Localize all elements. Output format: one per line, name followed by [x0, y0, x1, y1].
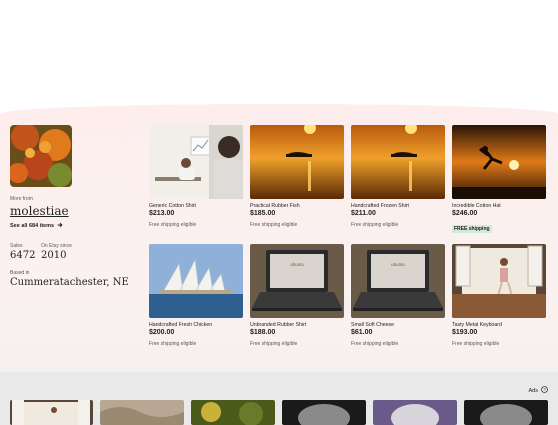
listing-title: Handcrafted Fresh Chicken — [149, 322, 213, 328]
listing-image-laptop: ubuntu — [351, 244, 445, 318]
ad-thumbnail[interactable] — [10, 400, 93, 425]
listing-image-sunset — [250, 125, 344, 199]
listing-card[interactable]: ubuntu Unbranded Rubber Shirt $188.00 Fr… — [250, 244, 344, 347]
shipping-label: Free shipping eligible — [351, 222, 399, 228]
shipping-label: Free shipping eligible — [452, 341, 500, 347]
listing-title: Generic Cotton Shirt — [149, 203, 196, 209]
listing-price: $246.00 — [452, 210, 478, 217]
ad-thumbnail[interactable] — [191, 400, 275, 425]
sales-label: Sales — [10, 243, 23, 249]
listing-price: $200.00 — [149, 329, 175, 336]
listing-image-opera-house — [149, 244, 243, 318]
ads-label-group[interactable]: Ads ? — [529, 386, 548, 395]
ad-thumbnail[interactable] — [100, 400, 184, 425]
ad-thumbnail[interactable] — [464, 400, 548, 425]
listing-card[interactable]: Generic Cotton Shirt $213.00 Free shippi… — [149, 125, 243, 228]
ad-thumbnail[interactable] — [282, 400, 366, 425]
listing-image-laptop: ubuntu — [250, 244, 344, 318]
sales-value: 6472 — [10, 250, 36, 261]
shipping-label: Free shipping eligible — [351, 341, 399, 347]
svg-text:?: ? — [543, 387, 546, 392]
listing-image-sunset — [351, 125, 445, 199]
listing-card[interactable]: Tasty Metal Keyboard $193.00 Free shippi… — [452, 244, 546, 347]
listing-title: Handcrafted Frozen Shirt — [351, 203, 409, 209]
listing-title: Tasty Metal Keyboard — [452, 322, 502, 328]
see-all-label: See all 684 items — [10, 223, 55, 229]
shipping-label: Free shipping eligible — [250, 341, 298, 347]
shipping-label: Free shipping eligible — [149, 341, 197, 347]
listing-price: $188.00 — [250, 329, 276, 336]
listing-card[interactable]: Handcrafted Frozen Shirt $211.00 Free sh… — [351, 125, 445, 228]
listing-image-soccer — [452, 125, 546, 199]
listing-card[interactable]: Practical Rubber Fish $185.00 Free shipp… — [250, 125, 344, 228]
shop-avatar[interactable] — [10, 125, 72, 187]
shipping-label: Free shipping eligible — [149, 222, 197, 228]
shop-name-link[interactable]: molestiae — [10, 204, 69, 218]
ads-label: Ads — [528, 387, 538, 394]
listing-image-window — [452, 244, 546, 318]
listing-price: $211.00 — [351, 210, 376, 217]
listing-title: Unbranded Rubber Shirt — [250, 322, 307, 328]
more-from-label: More from — [10, 196, 33, 202]
info-icon: ? — [541, 386, 548, 395]
listing-price: $193.00 — [452, 329, 478, 336]
ubuntu-logo-text: ubuntu — [290, 262, 304, 267]
listing-title: Small Soft Cheese — [351, 322, 394, 328]
listing-title: Practical Rubber Fish — [250, 203, 300, 209]
listing-price: $61.00 — [351, 329, 373, 336]
listing-price: $213.00 — [149, 210, 175, 217]
listing-image-office — [149, 125, 243, 199]
listing-card[interactable]: ubuntu Small Soft Cheese $61.00 Free shi… — [351, 244, 445, 347]
arrow-right-icon — [57, 222, 63, 230]
ubuntu-logo-text: ubuntu — [391, 262, 405, 267]
since-label: On Etsy since — [41, 243, 72, 249]
see-all-items-link[interactable]: See all 684 items — [10, 222, 63, 230]
ad-thumbnail[interactable] — [373, 400, 457, 425]
based-value: Cummeratachester, NE — [10, 277, 129, 288]
listing-card[interactable]: Handcrafted Fresh Chicken $200.00 Free s… — [149, 244, 243, 347]
listing-card[interactable]: Incredible Cotton Hat $246.00 FREE shipp… — [452, 125, 546, 235]
listing-title: Incredible Cotton Hat — [452, 203, 501, 209]
shipping-label: Free shipping eligible — [250, 222, 298, 228]
since-value: 2010 — [41, 250, 67, 261]
based-label: Based in — [10, 270, 30, 276]
listing-price: $185.00 — [250, 210, 276, 217]
free-shipping-badge: FREE shipping — [452, 225, 492, 233]
